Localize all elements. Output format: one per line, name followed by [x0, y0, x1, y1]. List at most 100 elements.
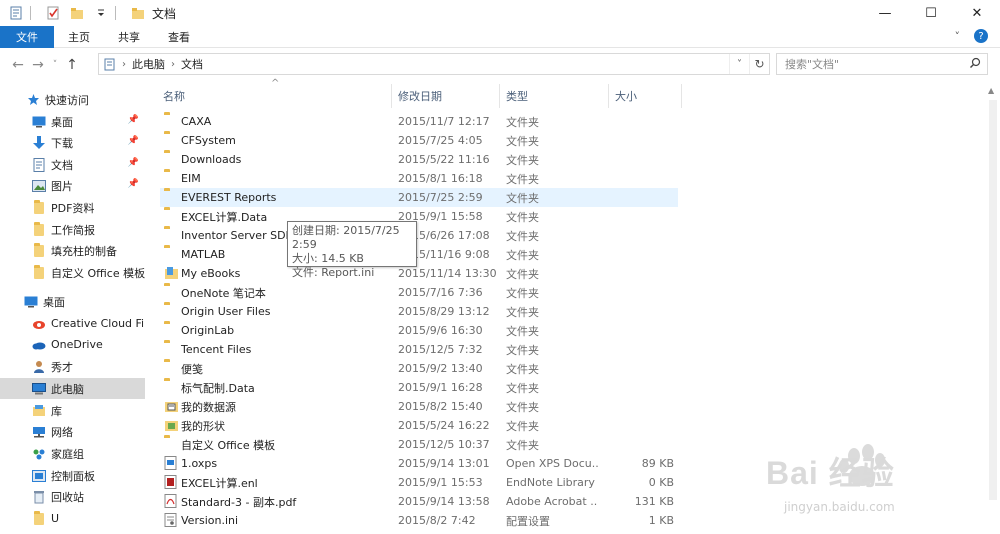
column-header-name[interactable]: 名称: [163, 84, 389, 108]
file-row[interactable]: 1.oxps 2015/9/14 13:01 Open XPS Docu... 89 …: [160, 454, 678, 473]
sidebar-item-libraries[interactable]: 库: [0, 400, 145, 421]
sidebar-item-pdf[interactable]: PDF资料: [0, 197, 145, 218]
sidebar-item-downloads[interactable]: 下载 📌: [0, 132, 145, 153]
file-row[interactable]: MATLAB 2015/11/16 9:08 文件夹: [160, 245, 678, 264]
folder-icon: [164, 380, 179, 394]
window-controls: — ☐ ✕: [862, 0, 1000, 26]
tab-view[interactable]: 查看: [154, 26, 204, 48]
file-row[interactable]: Tencent Files 2015/12/5 7:32 文件夹: [160, 340, 678, 359]
file-info-tooltip: 创建日期: 2015/7/25 2:59 大小: 14.5 KB 文件: Rep…: [287, 221, 417, 279]
sidebar-item-office-templates[interactable]: 自定义 Office 模板: [0, 262, 145, 283]
file-row[interactable]: Downloads 2015/5/22 11:16 文件夹: [160, 150, 678, 169]
file-row[interactable]: 我的形状 2015/5/24 16:22 文件夹: [160, 416, 678, 435]
sidebar-item-homegroup[interactable]: 家庭组: [0, 443, 145, 464]
expand-ribbon-button[interactable]: ˅: [955, 30, 961, 43]
pin-icon: 📌: [127, 158, 139, 168]
sidebar-item-work-briefs[interactable]: 工作简报: [0, 219, 145, 240]
sidebar-item-pictures[interactable]: 图片 📌: [0, 175, 145, 196]
file-row[interactable]: 便笺 2015/9/2 13:40 文件夹: [160, 359, 678, 378]
recent-locations-chevron-icon[interactable]: ˅: [48, 54, 62, 76]
file-row[interactable]: EXCEL计算.enl 2015/9/1 15:53 EndNote Library…: [160, 473, 678, 492]
sidebar-item-desktop-pinned[interactable]: 桌面 📌: [0, 111, 145, 132]
file-row[interactable]: My eBooks 2015/11/14 13:30 文件夹: [160, 264, 678, 283]
minimize-button[interactable]: —: [862, 0, 908, 26]
file-row[interactable]: OneNote 笔记本 2015/7/16 7:36 文件夹: [160, 283, 678, 302]
file-name: CFSystem: [181, 134, 236, 147]
refresh-icon[interactable]: ↻: [749, 54, 769, 74]
search-icon[interactable]: [969, 57, 981, 72]
folder-icon: [164, 323, 179, 337]
file-type: 文件夹: [506, 305, 539, 319]
file-row[interactable]: Inventor Server SDK 2015/6/26 17:08 文件夹: [160, 226, 678, 245]
file-size: 0 KB: [648, 476, 674, 489]
properties-icon[interactable]: [8, 5, 24, 21]
file-row[interactable]: CAXA 2015/11/7 12:17 文件夹: [160, 112, 678, 131]
sidebar-item-control-panel[interactable]: 控制面板: [0, 465, 145, 486]
navigation-pane: 快速访问 桌面 📌 下载 📌 文档 📌 图片 📌 PDF资料 工作简报 填充柱的…: [0, 84, 150, 534]
sidebar-item-network[interactable]: 网络: [0, 421, 145, 442]
maximize-button[interactable]: ☐: [908, 0, 954, 26]
file-row[interactable]: EVEREST Reports 2015/7/25 2:59 文件夹: [160, 188, 678, 207]
back-arrow-icon[interactable]: ←: [8, 54, 28, 76]
tab-share[interactable]: 共享: [104, 26, 154, 48]
file-type: 文件夹: [506, 191, 539, 205]
sidebar-item-creative-cloud[interactable]: Creative Cloud Files: [0, 313, 145, 334]
breadcrumb-this-pc[interactable]: 此电脑: [126, 56, 171, 72]
up-arrow-icon[interactable]: ↑: [62, 54, 82, 76]
file-type: 文件夹: [506, 419, 539, 433]
navigation-bar: ← → ˅ ↑ › 此电脑 › 文档 ˅ ↻ 搜索"文档": [0, 52, 1000, 78]
folder-icon: [164, 285, 179, 299]
file-type: EndNote Library: [506, 476, 595, 489]
file-row[interactable]: OriginLab 2015/9/6 16:30 文件夹: [160, 321, 678, 340]
file-row[interactable]: 自定义 Office 模板 2015/12/5 10:37 文件夹: [160, 435, 678, 454]
file-row[interactable]: EXCEL计算.Data 2015/9/1 15:58 文件夹: [160, 207, 678, 226]
document-icon: [32, 157, 46, 172]
tab-file[interactable]: 文件: [0, 25, 54, 48]
column-divider[interactable]: [499, 84, 500, 108]
column-header-date[interactable]: 修改日期: [398, 84, 498, 108]
sidebar-item-this-pc[interactable]: 此电脑: [0, 378, 145, 399]
forward-arrow-icon[interactable]: →: [28, 54, 48, 76]
checkmark-icon[interactable]: [45, 5, 61, 21]
sidebar-item-desktop[interactable]: 桌面: [0, 291, 145, 312]
column-divider[interactable]: [391, 84, 392, 108]
file-type: Open XPS Docu...: [506, 457, 598, 470]
sidebar-item-quick-access[interactable]: 快速访问: [0, 89, 145, 110]
address-dropdown-icon[interactable]: ˅: [729, 54, 749, 74]
close-button[interactable]: ✕: [954, 0, 1000, 26]
file-row[interactable]: Standard-3 - 副本.pdf 2015/9/14 13:58 Adobe …: [160, 492, 678, 511]
column-divider[interactable]: [608, 84, 609, 108]
file-size: 131 KB: [634, 495, 674, 508]
file-row[interactable]: CFSystem 2015/7/25 4:05 文件夹: [160, 131, 678, 150]
sidebar-item-packed-column[interactable]: 填充柱的制备: [0, 240, 145, 261]
file-name: CAXA: [181, 115, 212, 128]
file-row[interactable]: EIM 2015/8/1 16:18 文件夹: [160, 169, 678, 188]
column-header-size[interactable]: 大小: [615, 84, 679, 108]
sidebar-item-u[interactable]: U: [0, 508, 145, 529]
new-folder-icon[interactable]: [69, 5, 85, 21]
sidebar-item-onedrive[interactable]: OneDrive: [0, 334, 145, 355]
file-row[interactable]: Origin User Files 2015/8/29 13:12 文件夹: [160, 302, 678, 321]
file-name: EXCEL计算.enl: [181, 476, 258, 490]
star-icon: [26, 93, 40, 107]
sidebar-item-documents[interactable]: 文档 📌: [0, 154, 145, 175]
column-divider[interactable]: [681, 84, 682, 108]
file-row[interactable]: 我的数据源 2015/8/2 15:40 文件夹: [160, 397, 678, 416]
file-name: Downloads: [181, 153, 242, 166]
file-type: 文件夹: [506, 229, 539, 243]
help-button[interactable]: ?: [974, 29, 988, 43]
file-row[interactable]: 标气配制.Data 2015/9/1 16:28 文件夹: [160, 378, 678, 397]
file-type: 文件夹: [506, 324, 539, 338]
file-date: 2015/11/7 12:17: [398, 115, 490, 128]
sidebar-item-recycle-bin[interactable]: 回收站: [0, 486, 145, 507]
scroll-up-icon[interactable]: ▲: [988, 86, 994, 95]
address-bar[interactable]: › 此电脑 › 文档 ˅ ↻: [98, 53, 770, 75]
file-row[interactable]: Version.ini 2015/8/2 7:42 配置设置 1 KB: [160, 511, 678, 530]
sidebar-item-user[interactable]: 秀才: [0, 356, 145, 377]
breadcrumb-documents[interactable]: 文档: [175, 56, 209, 72]
search-input[interactable]: 搜索"文档": [776, 53, 988, 75]
picture-icon: [32, 179, 46, 193]
quick-access-dropdown-icon[interactable]: [93, 5, 109, 21]
column-header-type[interactable]: 类型: [506, 84, 606, 108]
tab-home[interactable]: 主页: [54, 26, 104, 48]
